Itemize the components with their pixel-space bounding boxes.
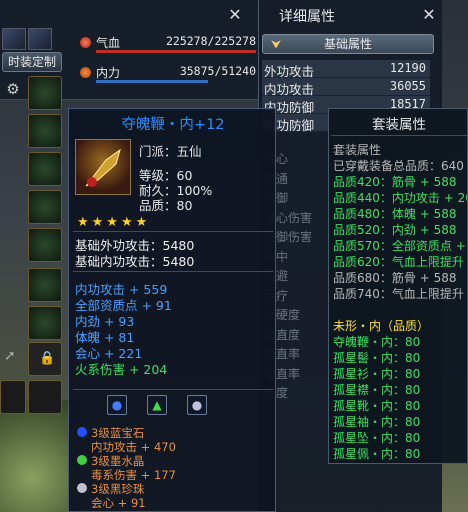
mp-row: 内力 35875/51240 xyxy=(80,64,260,83)
detail-row: 外功攻击 12190 xyxy=(262,60,430,79)
equip-slot-extra2[interactable] xyxy=(28,380,62,414)
divider xyxy=(73,271,273,272)
detail-title: 详细属性 xyxy=(279,9,335,25)
set-line: 已穿戴装备总品质：640 xyxy=(333,159,464,173)
equip-slot-boots1[interactable] xyxy=(28,268,62,302)
skill-icon-buff[interactable] xyxy=(28,28,52,50)
arrow-icon[interactable]: ➚ xyxy=(4,348,16,364)
hp-value: 225278/225278 xyxy=(165,34,256,48)
set-line: 品质740：气血上限提升 xyxy=(333,287,464,301)
gem-socket-blue[interactable]: ● xyxy=(107,395,127,415)
detail-row-value: 12190 xyxy=(389,61,426,75)
fashion-custom-button[interactable]: 时装定制 xyxy=(2,52,62,72)
hp-label: 气血 xyxy=(96,36,121,50)
set-line: 孤星靴・内：80 xyxy=(333,399,421,413)
item-sect: 门派：五仙 xyxy=(139,144,202,159)
equip-slot-necklace[interactable] xyxy=(28,114,62,148)
detail-row-value: 36055 xyxy=(389,79,426,93)
set-line: 孤星髻・内：80 xyxy=(333,351,421,365)
equip-slot-boots2[interactable] xyxy=(28,306,62,340)
set-line: 品质570：全部资质点 + xyxy=(333,239,466,253)
close-icon[interactable]: ✕ xyxy=(226,6,244,24)
item-tooltip: 夺魄鞭・内+12 门派：五仙 等级：60 耐久：100% 品质：80 ★★★★★… xyxy=(68,108,276,512)
hp-bar xyxy=(96,50,256,53)
skill-icon-sword[interactable] xyxy=(2,28,26,50)
lock-icon: 🔒 xyxy=(39,351,56,366)
gem-icon xyxy=(77,483,87,493)
set-line: 品质520：内劲 + 588 xyxy=(333,223,457,237)
gem-socket-green[interactable]: ▲ xyxy=(147,395,167,415)
equip-slot-weapon[interactable] xyxy=(28,76,62,110)
equip-slot-amulet[interactable] xyxy=(28,152,62,186)
set-line: 夺魄鞭・内：80 xyxy=(333,335,421,349)
set-line: 套装属性 xyxy=(333,143,382,157)
gem-stat: 会心 + 91 xyxy=(91,496,146,510)
set-line: 孤星佩・内：80 xyxy=(333,447,421,461)
set-line: 品质440：内功攻击 + 20 xyxy=(333,191,467,205)
set-line: 品质680：筋骨 + 588 xyxy=(333,271,457,285)
gem-icon xyxy=(77,455,87,465)
gear-icon[interactable]: ⚙ xyxy=(4,80,22,98)
divider xyxy=(331,135,467,136)
chevron-down-icon: ⮟ xyxy=(271,37,282,51)
gem-icon xyxy=(77,427,87,437)
mp-bar xyxy=(96,80,208,83)
equip-slot-locked[interactable]: 🔒 xyxy=(28,342,62,376)
divider xyxy=(73,389,273,390)
set-attributes-panel: 套装属性 套装属性已穿戴装备总品质：640 品质420：筋骨 + 588 品质440… xyxy=(328,108,468,464)
whip-weapon-icon xyxy=(75,139,131,195)
equip-slot-ring1[interactable] xyxy=(28,190,62,224)
item-attribute: 火系伤害 + 204 xyxy=(75,362,168,377)
mp-orb-icon xyxy=(80,67,91,78)
set-line: 孤星襟・内：80 xyxy=(333,383,421,397)
item-name: 夺魄鞭・内+12 xyxy=(121,117,225,133)
equip-slot-ring2[interactable] xyxy=(28,228,62,262)
set-line: 未形・内（品质） xyxy=(333,319,430,333)
set-title: 套装属性 xyxy=(372,117,426,133)
mp-label: 内力 xyxy=(96,66,121,80)
base-attack-inner: 基础内功攻击：5480 xyxy=(75,254,195,269)
close-icon[interactable]: ✕ xyxy=(420,6,438,24)
divider xyxy=(73,231,273,232)
gem-socket-pearl[interactable]: ● xyxy=(187,395,207,415)
basic-attributes-tab[interactable]: ⮟ 基础属性 xyxy=(262,34,434,54)
set-line: 品质620：气血上限提升 xyxy=(333,255,464,269)
basic-tab-label: 基础属性 xyxy=(323,37,372,51)
item-quality: 品质：80 xyxy=(139,198,193,213)
detail-row: 内功攻击 36055 xyxy=(262,78,430,97)
mp-value: 35875/51240 xyxy=(179,64,256,78)
hp-row: 气血 225278/225278 xyxy=(80,34,260,53)
star-rating: ★★★★★ xyxy=(77,215,151,230)
set-line: 孤星衫・内：80 xyxy=(333,367,421,381)
set-line: 品质480：体魄 + 588 xyxy=(333,207,457,221)
hp-orb-icon xyxy=(80,37,91,48)
set-line: 孤星坠・内：80 xyxy=(333,431,421,445)
set-line: 孤星袖・内：80 xyxy=(333,415,421,429)
set-line: 品质420：筋骨 + 588 xyxy=(333,175,457,189)
equip-slot-extra1[interactable] xyxy=(0,380,26,414)
